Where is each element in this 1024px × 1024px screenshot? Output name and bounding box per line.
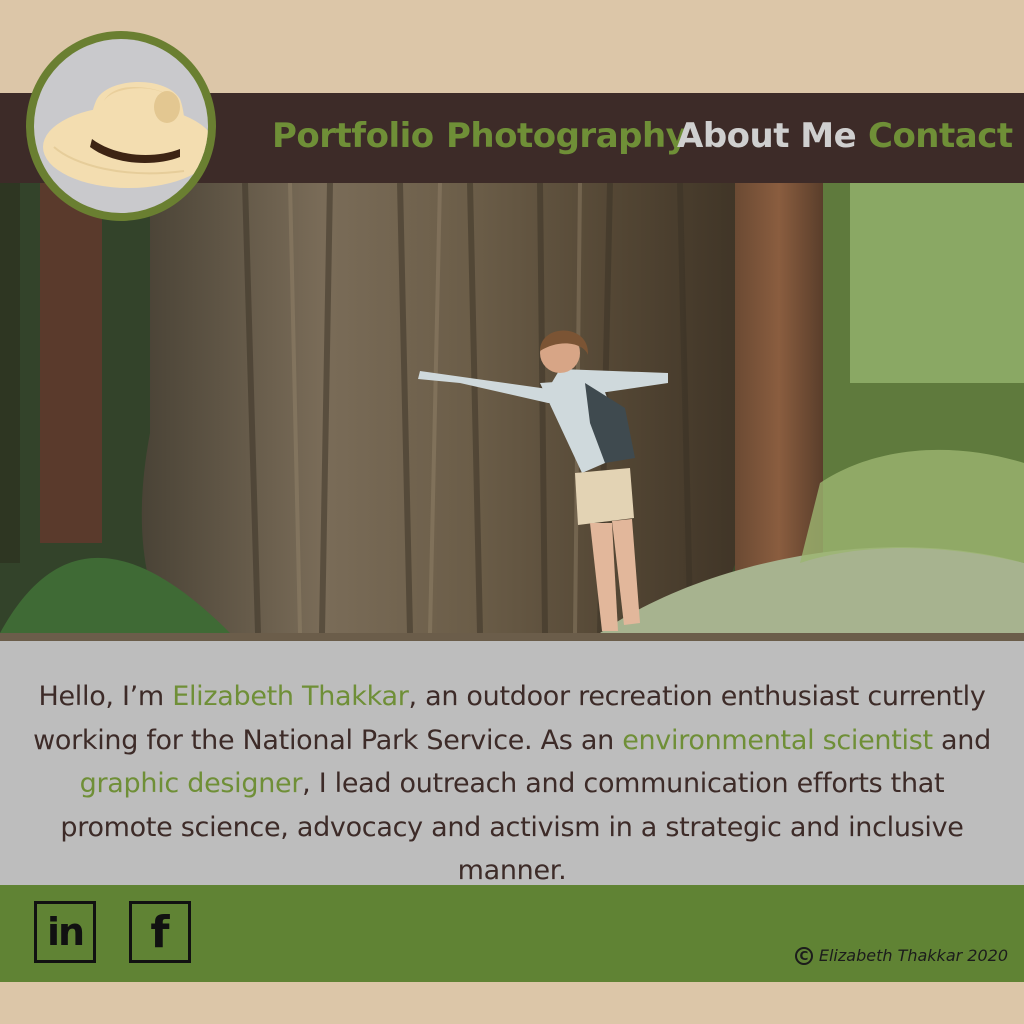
about-paragraph: Hello, I’m Elizabeth Thakkar, an outdoor…	[30, 675, 994, 893]
name-highlight: Elizabeth Thakkar	[172, 681, 409, 712]
facebook-icon: f	[150, 906, 170, 958]
logo-badge	[34, 39, 208, 213]
about-text-1: Hello, I’m	[38, 681, 173, 712]
linkedin-button[interactable]: in	[34, 901, 96, 963]
copyright-notice: C Elizabeth Thakkar 2020	[794, 946, 1008, 965]
hat-icon	[43, 81, 208, 188]
nav-about-me[interactable]: About Me	[677, 116, 857, 156]
nav-portfolio[interactable]: Portfolio	[272, 116, 434, 156]
linkedin-icon: in	[46, 910, 85, 954]
nav-photography[interactable]: Photography	[446, 116, 688, 156]
facebook-button[interactable]: f	[129, 901, 191, 963]
site-logo[interactable]	[26, 31, 216, 221]
nav-contact[interactable]: Contact	[868, 116, 1013, 156]
about-text-3: and	[932, 724, 991, 756]
bottom-band	[0, 982, 1024, 1024]
redwood-photo	[0, 183, 1024, 641]
role-environmental-scientist: environmental scientist	[622, 724, 933, 756]
role-graphic-designer: graphic designer	[79, 768, 303, 799]
hero-photo	[0, 183, 1024, 641]
copyright-text: Elizabeth Thakkar 2020	[818, 946, 1008, 965]
copyright-icon: C	[794, 946, 813, 965]
